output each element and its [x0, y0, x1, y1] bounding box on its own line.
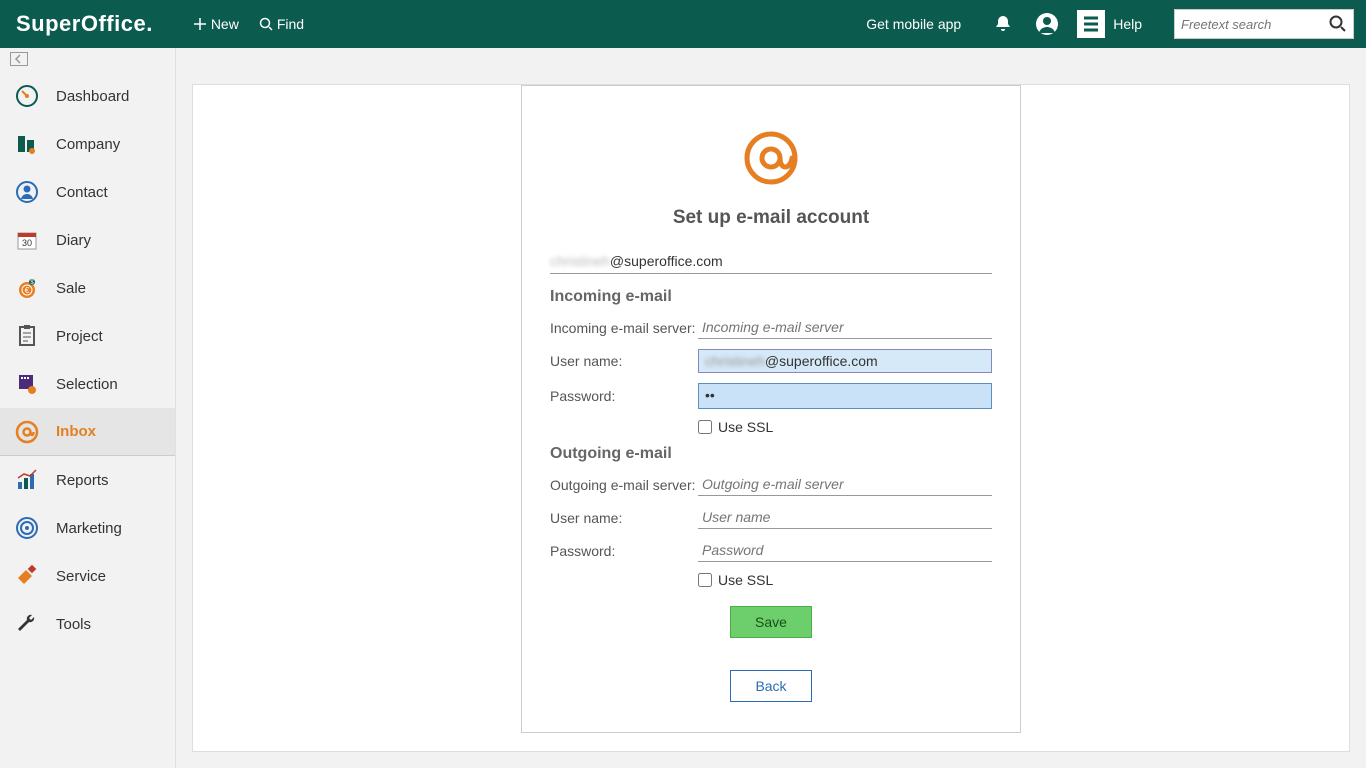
tools-icon [14, 611, 40, 637]
nav-label: Marketing [56, 520, 122, 537]
freetext-search[interactable] [1174, 9, 1354, 39]
reports-icon [14, 467, 40, 493]
sidebar: Dashboard Company Contact 30 Diary €$ Sa… [0, 48, 176, 768]
service-icon [14, 563, 40, 589]
outgoing-password-label: Password: [550, 543, 698, 559]
incoming-password-input[interactable]: •• [698, 383, 992, 409]
sidebar-item-dashboard[interactable]: Dashboard [0, 72, 175, 120]
nav-label: Company [56, 136, 120, 153]
dialog-title: Set up e-mail account [550, 207, 992, 229]
incoming-server-input[interactable] [698, 316, 992, 339]
incoming-user-input[interactable]: christineh@superoffice.com [698, 349, 992, 373]
search-icon [1329, 15, 1347, 33]
incoming-server-label: Incoming e-mail server: [550, 320, 698, 336]
outgoing-user-label: User name: [550, 510, 698, 526]
incoming-user-label: User name: [550, 353, 698, 369]
sidebar-item-marketing[interactable]: Marketing [0, 504, 175, 552]
nav-label: Inbox [56, 423, 96, 440]
diary-icon: 30 [14, 227, 40, 253]
outgoing-user-input[interactable] [698, 506, 992, 529]
plus-icon [193, 17, 207, 31]
contact-icon [14, 179, 40, 205]
nav-label: Diary [56, 232, 91, 249]
sidebar-item-tools[interactable]: Tools [0, 600, 175, 648]
outgoing-server-input[interactable] [698, 473, 992, 496]
project-icon [14, 323, 40, 349]
dashboard-icon [14, 83, 40, 109]
incoming-heading: Incoming e-mail [550, 288, 992, 306]
save-button[interactable]: Save [730, 606, 812, 638]
nav-label: Project [56, 328, 103, 345]
outgoing-ssl-label: Use SSL [718, 572, 773, 588]
nav-label: Reports [56, 472, 109, 489]
nav-label: Service [56, 568, 106, 585]
sidebar-item-selection[interactable]: Selection [0, 360, 175, 408]
sidebar-item-sale[interactable]: €$ Sale [0, 264, 175, 312]
main-menu-icon[interactable] [1077, 10, 1105, 38]
nav-label: Tools [56, 616, 91, 633]
help-link[interactable]: Help [1113, 16, 1142, 32]
sidebar-item-contact[interactable]: Contact [0, 168, 175, 216]
search-icon [259, 17, 273, 31]
back-button[interactable]: Back [730, 670, 811, 702]
sidebar-item-reports[interactable]: Reports [0, 456, 175, 504]
mobile-app-link[interactable]: Get mobile app [866, 16, 961, 32]
outgoing-password-input[interactable] [698, 539, 992, 562]
sidebar-item-diary[interactable]: 30 Diary [0, 216, 175, 264]
brand-logo: SuperOffice. [16, 11, 153, 37]
search-input[interactable] [1181, 17, 1347, 32]
sidebar-item-inbox[interactable]: Inbox [0, 408, 175, 456]
nav-label: Selection [56, 376, 118, 393]
company-icon [14, 131, 40, 157]
setup-email-dialog: Set up e-mail account christineh@superof… [521, 85, 1021, 733]
app-header: SuperOffice. New Find Get mobile app Hel… [0, 0, 1366, 48]
nav-label: Sale [56, 280, 86, 297]
outgoing-server-label: Outgoing e-mail server: [550, 477, 698, 493]
sidebar-item-project[interactable]: Project [0, 312, 175, 360]
sidebar-item-service[interactable]: Service [0, 552, 175, 600]
sale-icon: €$ [14, 275, 40, 301]
outgoing-ssl-checkbox[interactable] [698, 573, 712, 587]
email-address-field[interactable]: christineh@superoffice.com [550, 251, 992, 274]
new-label: New [211, 16, 239, 32]
user-avatar-icon[interactable] [1033, 10, 1061, 38]
sidebar-item-company[interactable]: Company [0, 120, 175, 168]
nav-label: Contact [56, 184, 108, 201]
nav-label: Dashboard [56, 88, 129, 105]
incoming-password-label: Password: [550, 388, 698, 404]
incoming-ssl-label: Use SSL [718, 419, 773, 435]
svg-text:€: € [25, 286, 30, 295]
new-button[interactable]: New [193, 16, 239, 32]
find-button[interactable]: Find [259, 16, 304, 32]
selection-icon [14, 371, 40, 397]
collapse-sidebar-button[interactable] [0, 48, 175, 72]
at-icon [550, 126, 992, 195]
inbox-icon [14, 419, 40, 445]
svg-text:30: 30 [22, 238, 32, 248]
main-content: Set up e-mail account christineh@superof… [176, 48, 1366, 768]
marketing-icon [14, 515, 40, 541]
notifications-icon[interactable] [989, 10, 1017, 38]
incoming-ssl-checkbox[interactable] [698, 420, 712, 434]
outgoing-heading: Outgoing e-mail [550, 445, 992, 463]
content-panel: Set up e-mail account christineh@superof… [192, 84, 1350, 752]
find-label: Find [277, 16, 304, 32]
